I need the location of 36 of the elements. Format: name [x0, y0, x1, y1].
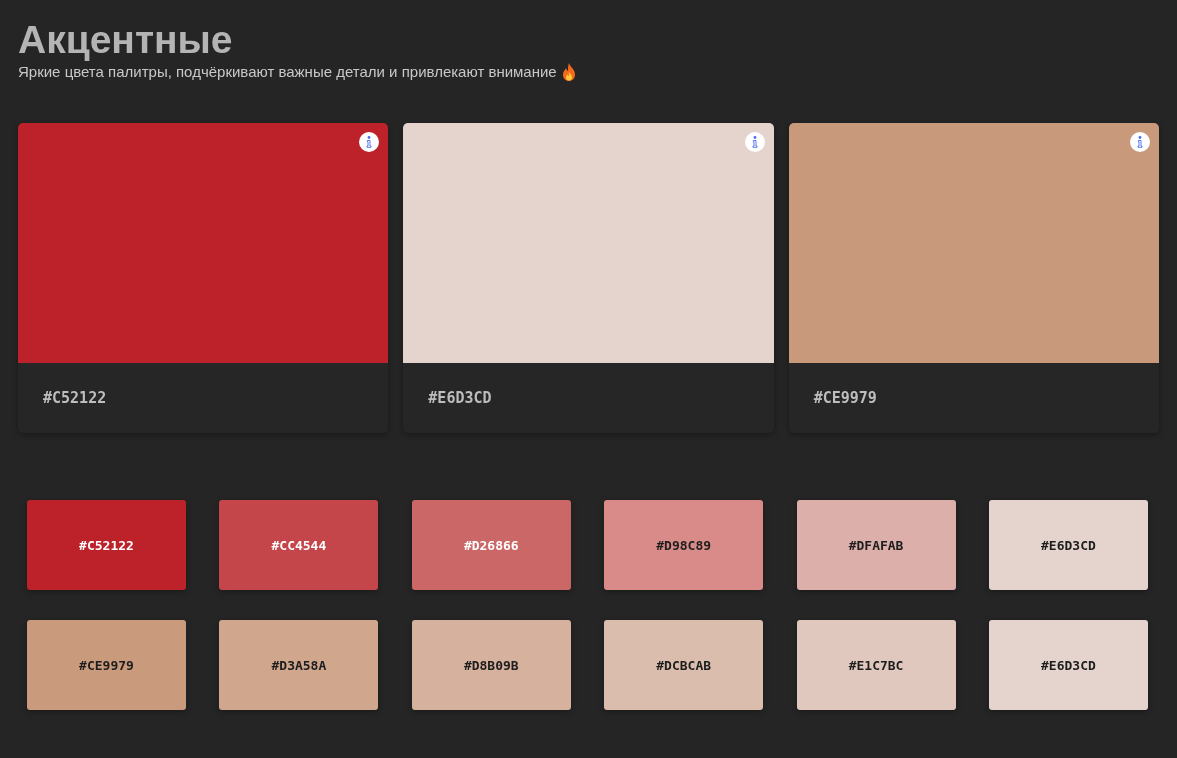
page-subtitle: Яркие цвета палитры, подчёркивают важные детали и привлекают внимание: [18, 62, 557, 82]
color-card[interactable]: #E6D3CD: [403, 123, 774, 433]
hex-code: #CE9979: [79, 657, 134, 673]
hex-code: #C52122: [43, 389, 107, 407]
info-icon[interactable]: [1130, 132, 1150, 152]
hex-code: #DCBCAB: [656, 657, 712, 673]
page-title: Акцентные: [18, 18, 234, 62]
color-swatch[interactable]: #CC4544: [219, 500, 379, 590]
flame-icon: [561, 63, 576, 81]
color-swatch[interactable]: #C52122: [27, 500, 186, 590]
color-swatch[interactable]: #D3A58A: [219, 620, 379, 710]
hex-code: #D98C89: [656, 537, 712, 553]
color-swatch[interactable]: #E6D3CD: [988, 500, 1148, 590]
color-swatch[interactable]: #CE9979: [27, 620, 186, 710]
color-card[interactable]: #C52122: [18, 123, 389, 433]
info-icon[interactable]: [359, 132, 380, 152]
hex-code: #E1C7BC: [848, 657, 904, 673]
hex-code: #D26866: [463, 537, 519, 553]
hex-code: #D3A58A: [271, 657, 327, 673]
color-swatch[interactable]: #D8B09B: [411, 620, 571, 710]
hex-code: #E6D3CD: [1041, 657, 1096, 673]
hex-code: #D8B09B: [463, 657, 519, 673]
hex-code: #E6D3CD: [1041, 537, 1096, 553]
color-swatch[interactable]: #D26866: [411, 500, 571, 590]
color-swatch[interactable]: #E6D3CD: [988, 620, 1148, 710]
hex-code: #CE9979: [813, 389, 877, 407]
color-swatch[interactable]: #D98C89: [604, 500, 764, 590]
color-card[interactable]: #CE9979: [788, 123, 1159, 433]
color-swatch[interactable]: #DCBCAB: [604, 620, 764, 710]
info-icon[interactable]: [744, 132, 765, 152]
hex-code: #CC4544: [271, 537, 327, 553]
color-swatch[interactable]: #E1C7BC: [796, 620, 956, 710]
hex-code: #E6D3CD: [428, 389, 492, 407]
hex-code: #C52122: [79, 537, 134, 553]
hex-code: #DFAFAB: [848, 537, 904, 553]
color-swatch[interactable]: #DFAFAB: [796, 500, 956, 590]
